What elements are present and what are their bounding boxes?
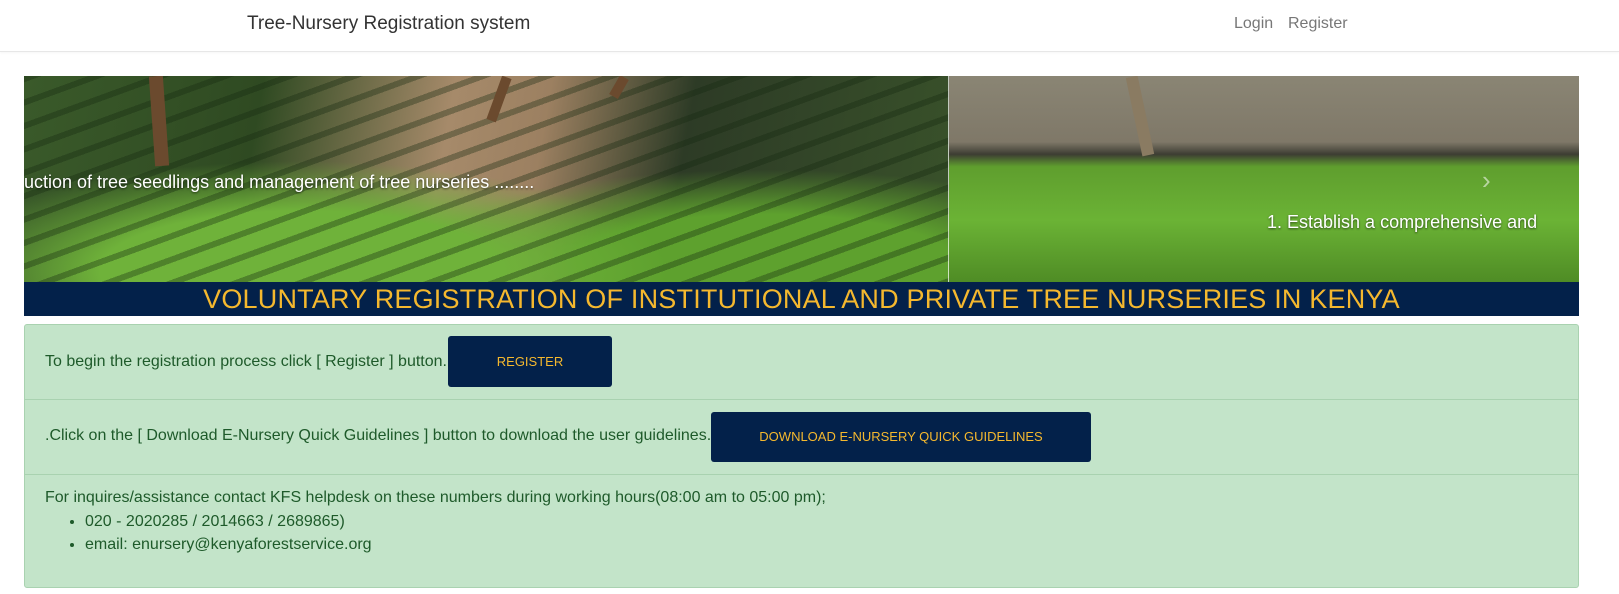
info-panel: To begin the registration process click … [24, 324, 1579, 588]
tree-trunk-image [1125, 76, 1155, 157]
tree-trunk-image [609, 76, 629, 100]
carousel-caption-right: 1. Establish a comprehensive and [1267, 212, 1538, 232]
contact-row: For inquires/assistance contact KFS help… [25, 475, 1578, 587]
register-button[interactable]: REGISTER [448, 336, 612, 387]
top-navbar: Tree-Nursery Registration system Login R… [0, 0, 1619, 52]
tree-trunk-image [148, 76, 170, 167]
page-title: VOLUNTARY REGISTRATION OF INSTITUTIONAL … [203, 284, 1400, 314]
page-title-bar: VOLUNTARY REGISTRATION OF INSTITUTIONAL … [24, 282, 1579, 316]
chevron-right-icon[interactable]: › [1482, 166, 1502, 194]
download-guidelines-button[interactable]: DOWNLOAD E-NURSERY QUICK GUIDELINES [711, 412, 1091, 462]
download-row: .Click on the [ Download E-Nursery Quick… [25, 400, 1578, 475]
nav-register-link[interactable]: Register [1288, 15, 1348, 33]
contact-phone: 020 - 2020285 / 2014663 / 2689865) [85, 513, 372, 531]
download-instruction: .Click on the [ Download E-Nursery Quick… [45, 427, 712, 444]
tree-trunk-image [486, 76, 512, 123]
brand-link[interactable]: Tree-Nursery Registration system [247, 13, 530, 35]
nav-login-link[interactable]: Login [1234, 15, 1273, 33]
contact-list: 020 - 2020285 / 2014663 / 2689865) email… [85, 513, 372, 559]
carousel-caption-left: uction of tree seedlings and management … [24, 172, 535, 192]
image-carousel[interactable]: uction of tree seedlings and management … [24, 76, 1579, 282]
register-row: To begin the registration process click … [25, 325, 1578, 400]
contact-intro: For inquires/assistance contact KFS help… [45, 489, 826, 506]
register-instruction: To begin the registration process click … [45, 353, 447, 370]
contact-email: email: enursery@kenyaforestservice.org [85, 536, 372, 554]
slide-divider [948, 76, 949, 282]
